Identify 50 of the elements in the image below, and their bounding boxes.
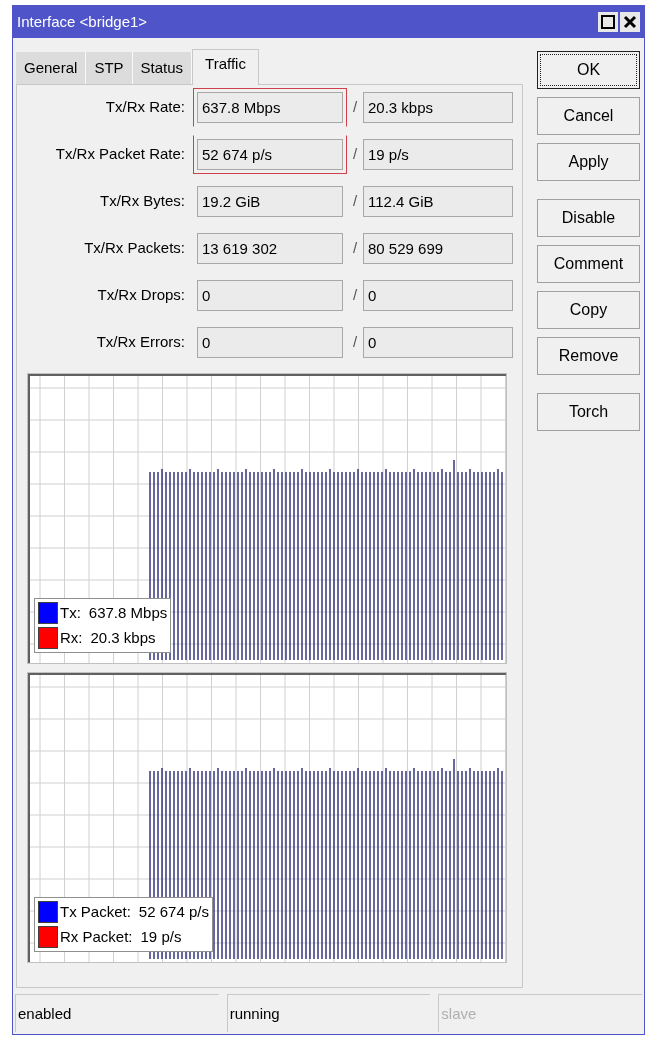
status-cell: enabled	[15, 994, 219, 1032]
separator-text: /	[351, 144, 359, 165]
tx-field: 0	[197, 327, 343, 358]
tx-field: 19.2 GiB	[197, 186, 343, 217]
tx-field: 0	[197, 280, 343, 311]
tx-field: 52 674 p/s	[197, 139, 343, 170]
rx-field: 0	[363, 280, 513, 311]
field-label: Tx/Rx Bytes:	[99, 191, 186, 212]
legend-value: 20.3 kbps	[90, 627, 156, 648]
close-icon[interactable]	[620, 12, 640, 32]
field-label: Tx/Rx Packet Rate:	[54, 144, 186, 165]
dialog-button[interactable]: Disable	[537, 199, 640, 237]
dialog-button[interactable]: Cancel	[537, 97, 640, 135]
window-title: Interface <bridge1>	[17, 11, 148, 32]
tab[interactable]: Status	[132, 52, 193, 84]
separator-text: /	[351, 238, 359, 259]
dialog-button[interactable]: Apply	[537, 143, 640, 181]
dialog-button[interactable]: Copy	[537, 291, 640, 329]
legend-label: Rx Packet:	[60, 926, 133, 947]
rx-field: 20.3 kbps	[363, 92, 513, 123]
status-cell: slave	[438, 994, 642, 1032]
field-label: Tx/Rx Packets:	[83, 238, 186, 259]
tx-field: 637.8 Mbps	[197, 92, 343, 123]
separator-text: /	[351, 285, 359, 306]
rx-field: 112.4 GiB	[363, 186, 513, 217]
legend-label: Tx:	[60, 603, 81, 623]
tab[interactable]: STP	[86, 52, 133, 84]
separator-text: /	[351, 332, 359, 353]
legend-label: Tx Packet:	[60, 902, 131, 922]
legend-label: Rx:	[60, 627, 83, 648]
tx-field: 13 619 302	[197, 233, 343, 264]
legend-value: 637.8 Mbps	[88, 603, 168, 623]
dialog-button[interactable]: Remove	[537, 337, 640, 375]
dialog-button[interactable]: Comment	[537, 245, 640, 283]
status-cell: running	[226, 994, 431, 1032]
tab[interactable]: General	[16, 52, 87, 84]
rx-field: 19 p/s	[363, 139, 513, 170]
dialog-button[interactable]: OK	[537, 51, 640, 89]
rx-field: 0	[363, 327, 513, 358]
field-label: Tx/Rx Errors:	[95, 332, 186, 353]
legend-value: 19 p/s	[140, 926, 182, 947]
rx-field: 80 529 699	[363, 233, 513, 264]
separator-text: /	[351, 97, 359, 118]
field-label: Tx/Rx Drops:	[96, 285, 186, 306]
separator-text: /	[351, 191, 359, 212]
dialog-button[interactable]: Torch	[537, 393, 640, 431]
maximize-icon[interactable]	[598, 12, 618, 32]
tab[interactable]: Traffic	[192, 49, 259, 85]
field-label: Tx/Rx Rate:	[104, 97, 186, 118]
legend-value: 52 674 p/s	[138, 902, 209, 922]
